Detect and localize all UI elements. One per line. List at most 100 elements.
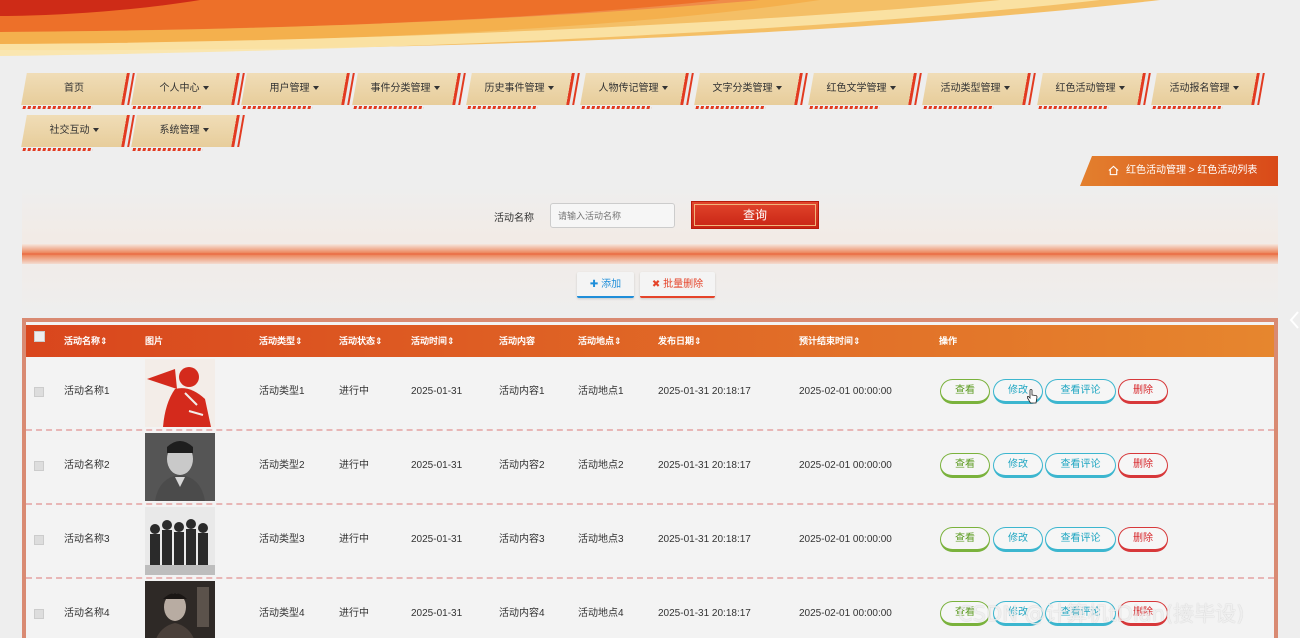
add-label: 添加 bbox=[601, 279, 622, 290]
cell-time: 2025-01-31 bbox=[411, 386, 463, 397]
cell-status: 进行中 bbox=[339, 608, 369, 619]
search-input[interactable] bbox=[550, 203, 675, 228]
th-type[interactable]: 活动类型⇕ bbox=[259, 325, 303, 357]
search-label: 活动名称 bbox=[494, 213, 534, 224]
th-name[interactable]: 活动名称⇕ bbox=[64, 325, 108, 357]
th-image: 图片 bbox=[145, 336, 164, 346]
caret-down-icon bbox=[889, 86, 896, 91]
edit-button[interactable]: 修改 bbox=[993, 453, 1043, 478]
cell-location: 活动地点2 bbox=[578, 460, 624, 471]
cell-time: 2025-01-31 bbox=[411, 608, 463, 619]
header-banner bbox=[0, 0, 1160, 56]
caret-down-icon bbox=[202, 86, 209, 91]
nav-label: 历史事件管理 bbox=[484, 83, 545, 94]
activity-table: 活动名称⇕ 图片 活动类型⇕ 活动状态⇕ 活动时间⇕ 活动内容 活动地点⇕ 发布… bbox=[22, 318, 1278, 638]
caret-down-icon bbox=[1003, 86, 1010, 91]
nav-label: 文字分类管理 bbox=[712, 83, 773, 94]
view-button[interactable]: 查看 bbox=[940, 379, 990, 404]
cell-name: 活动名称2 bbox=[64, 460, 110, 471]
caret-down-icon bbox=[547, 86, 554, 91]
table-row: 活动名称3 活动类型3 进行中 2025-01-31 活动内容3 活动地点3 2… bbox=[26, 505, 1274, 579]
cell-name: 活动名称3 bbox=[64, 534, 110, 545]
caret-down-icon bbox=[661, 86, 668, 91]
delete-button[interactable]: 删除 bbox=[1118, 527, 1168, 552]
select-all-checkbox[interactable] bbox=[34, 331, 45, 342]
cell-status: 进行中 bbox=[339, 534, 369, 545]
add-button[interactable]: ✚ 添加 bbox=[577, 272, 634, 298]
movie-poster-image bbox=[145, 581, 215, 638]
soldier-portrait-image bbox=[145, 433, 215, 501]
caret-down-icon bbox=[92, 128, 99, 133]
nav-label: 个人中心 bbox=[159, 83, 200, 94]
close-icon: ✖ bbox=[651, 279, 664, 290]
nav-label: 活动报名管理 bbox=[1169, 83, 1230, 94]
nav-label: 红色文学管理 bbox=[826, 83, 887, 94]
row-checkbox[interactable] bbox=[34, 461, 44, 471]
cell-name: 活动名称4 bbox=[64, 608, 110, 619]
cell-time: 2025-01-31 bbox=[411, 460, 463, 471]
view-comments-button[interactable]: 查看评论 bbox=[1045, 527, 1116, 552]
home-icon[interactable] bbox=[1108, 165, 1119, 176]
cell-content: 活动内容4 bbox=[499, 608, 545, 619]
delete-button[interactable]: 删除 bbox=[1118, 453, 1168, 478]
cell-publish: 2025-01-31 20:18:17 bbox=[658, 534, 751, 545]
cell-location: 活动地点1 bbox=[578, 386, 624, 397]
nav-label: 社交互动 bbox=[49, 125, 90, 136]
view-comments-button[interactable]: 查看评论 bbox=[1045, 379, 1116, 404]
table-header: 活动名称⇕ 图片 活动类型⇕ 活动状态⇕ 活动时间⇕ 活动内容 活动地点⇕ 发布… bbox=[26, 325, 1274, 357]
search-button[interactable]: 查询 bbox=[691, 201, 819, 229]
cell-type: 活动类型1 bbox=[259, 386, 305, 397]
th-status[interactable]: 活动状态⇕ bbox=[339, 325, 383, 357]
view-button[interactable]: 查看 bbox=[940, 453, 990, 478]
cell-publish: 2025-01-31 20:18:17 bbox=[658, 608, 751, 619]
row-checkbox[interactable] bbox=[34, 387, 44, 397]
cell-type: 活动类型2 bbox=[259, 460, 305, 471]
caret-down-icon bbox=[1118, 86, 1125, 91]
hand-cursor-icon bbox=[1026, 389, 1038, 404]
th-end[interactable]: 预计结束时间⇕ bbox=[799, 325, 861, 357]
cell-status: 进行中 bbox=[339, 460, 369, 471]
edit-button[interactable]: 修改 bbox=[993, 527, 1043, 552]
nav-label: 人物传记管理 bbox=[598, 83, 659, 94]
view-comments-button[interactable]: 查看评论 bbox=[1045, 453, 1116, 478]
table-row: 活动名称1 活动类型1 进行中 2025-01-31 活动内容1 活动地点1 2… bbox=[26, 357, 1274, 431]
row-checkbox[interactable] bbox=[34, 535, 44, 545]
th-time[interactable]: 活动时间⇕ bbox=[411, 325, 455, 357]
cell-publish: 2025-01-31 20:18:17 bbox=[658, 386, 751, 397]
delete-button[interactable]: 删除 bbox=[1118, 379, 1168, 404]
view-button[interactable]: 查看 bbox=[940, 527, 990, 552]
cell-end: 2025-02-01 00:00:00 bbox=[799, 608, 892, 619]
plus-icon: ✚ bbox=[589, 279, 602, 290]
nav-label: 首页 bbox=[64, 83, 84, 94]
cell-end: 2025-02-01 00:00:00 bbox=[799, 460, 892, 471]
search-button-label: 查询 bbox=[742, 208, 767, 222]
nav-label: 系统管理 bbox=[159, 125, 200, 136]
caret-down-icon bbox=[312, 86, 319, 91]
th-publish[interactable]: 发布日期⇕ bbox=[658, 325, 702, 357]
batch-delete-label: 批量删除 bbox=[663, 279, 704, 290]
cell-end: 2025-02-01 00:00:00 bbox=[799, 386, 892, 397]
cell-end: 2025-02-01 00:00:00 bbox=[799, 534, 892, 545]
row-checkbox[interactable] bbox=[34, 609, 44, 619]
cell-content: 活动内容3 bbox=[499, 534, 545, 545]
cell-content: 活动内容1 bbox=[499, 386, 545, 397]
nav-label: 红色活动管理 bbox=[1055, 83, 1116, 94]
cell-status: 进行中 bbox=[339, 386, 369, 397]
th-location[interactable]: 活动地点⇕ bbox=[578, 325, 622, 357]
cell-publish: 2025-01-31 20:18:17 bbox=[658, 460, 751, 471]
nav-label: 事件分类管理 bbox=[370, 83, 431, 94]
cell-location: 活动地点4 bbox=[578, 608, 624, 619]
cell-location: 活动地点3 bbox=[578, 534, 624, 545]
group-photo-image bbox=[145, 507, 215, 575]
watermark: CSDN @计算机tDian(接毕设) bbox=[958, 602, 1245, 626]
divider-glow bbox=[22, 244, 1278, 264]
caret-down-icon bbox=[433, 86, 440, 91]
caret-down-icon bbox=[775, 86, 782, 91]
chevron-left-icon[interactable] bbox=[1288, 310, 1300, 330]
table-row: 活动名称2 活动类型2 进行中 2025-01-31 活动内容2 活动地点2 2… bbox=[26, 431, 1274, 505]
nav-label: 用户管理 bbox=[269, 83, 310, 94]
cell-type: 活动类型3 bbox=[259, 534, 305, 545]
batch-delete-button[interactable]: ✖ 批量删除 bbox=[640, 272, 715, 298]
breadcrumb-text: 红色活动管理 > 红色活动列表 bbox=[1126, 165, 1258, 176]
caret-down-icon bbox=[1232, 86, 1239, 91]
